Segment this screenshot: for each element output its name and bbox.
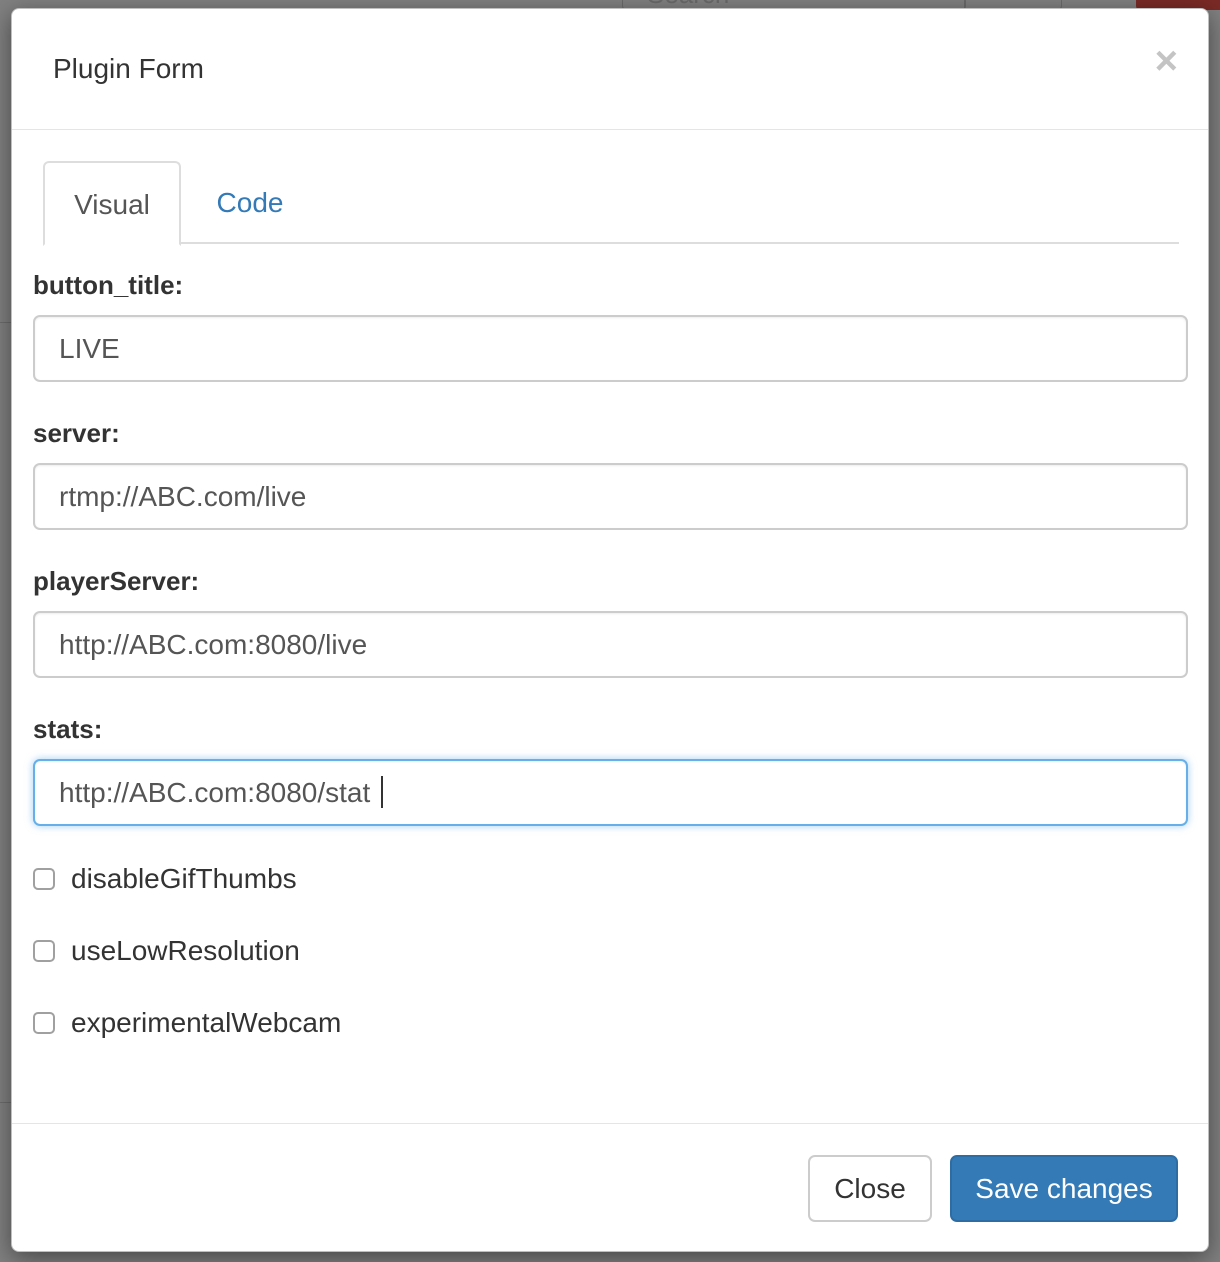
checkbox-row-use-low-resolution: useLowResolution: [33, 936, 300, 966]
tab-visual[interactable]: Visual: [43, 161, 181, 246]
tab-bar: Visual Code: [43, 161, 1179, 246]
close-button[interactable]: Close: [808, 1155, 932, 1222]
checkbox-row-experimental-webcam: experimentalWebcam: [33, 1008, 341, 1038]
server-input[interactable]: [33, 463, 1188, 530]
save-changes-button[interactable]: Save changes: [950, 1155, 1178, 1222]
checkbox-label: disableGifThumbs: [71, 863, 297, 894]
field-label-server: server:: [33, 418, 120, 448]
tab-code[interactable]: Code: [181, 161, 319, 244]
modal-footer: Close Save changes: [12, 1123, 1208, 1251]
experimental-webcam-checkbox[interactable]: [33, 1012, 55, 1034]
plugin-form-modal: Plugin Form × Visual Code button_title: …: [11, 8, 1209, 1252]
field-label-button-title: button_title:: [33, 270, 184, 300]
button-title-input[interactable]: [33, 315, 1188, 382]
modal-title: Plugin Form: [53, 53, 204, 84]
use-low-resolution-checkbox[interactable]: [33, 940, 55, 962]
checkbox-row-disable-gif-thumbs: disableGifThumbs: [33, 864, 297, 894]
checkbox-label: useLowResolution: [71, 935, 300, 966]
close-icon[interactable]: ×: [1155, 41, 1178, 81]
player-server-input[interactable]: [33, 611, 1188, 678]
field-label-player-server: playerServer:: [33, 566, 200, 596]
stats-input[interactable]: [33, 759, 1188, 826]
field-label-stats: stats:: [33, 714, 103, 744]
disable-gif-thumbs-checkbox[interactable]: [33, 868, 55, 890]
text-cursor: [381, 776, 383, 808]
checkbox-label: experimentalWebcam: [71, 1007, 342, 1038]
modal-header: Plugin Form ×: [12, 9, 1208, 130]
